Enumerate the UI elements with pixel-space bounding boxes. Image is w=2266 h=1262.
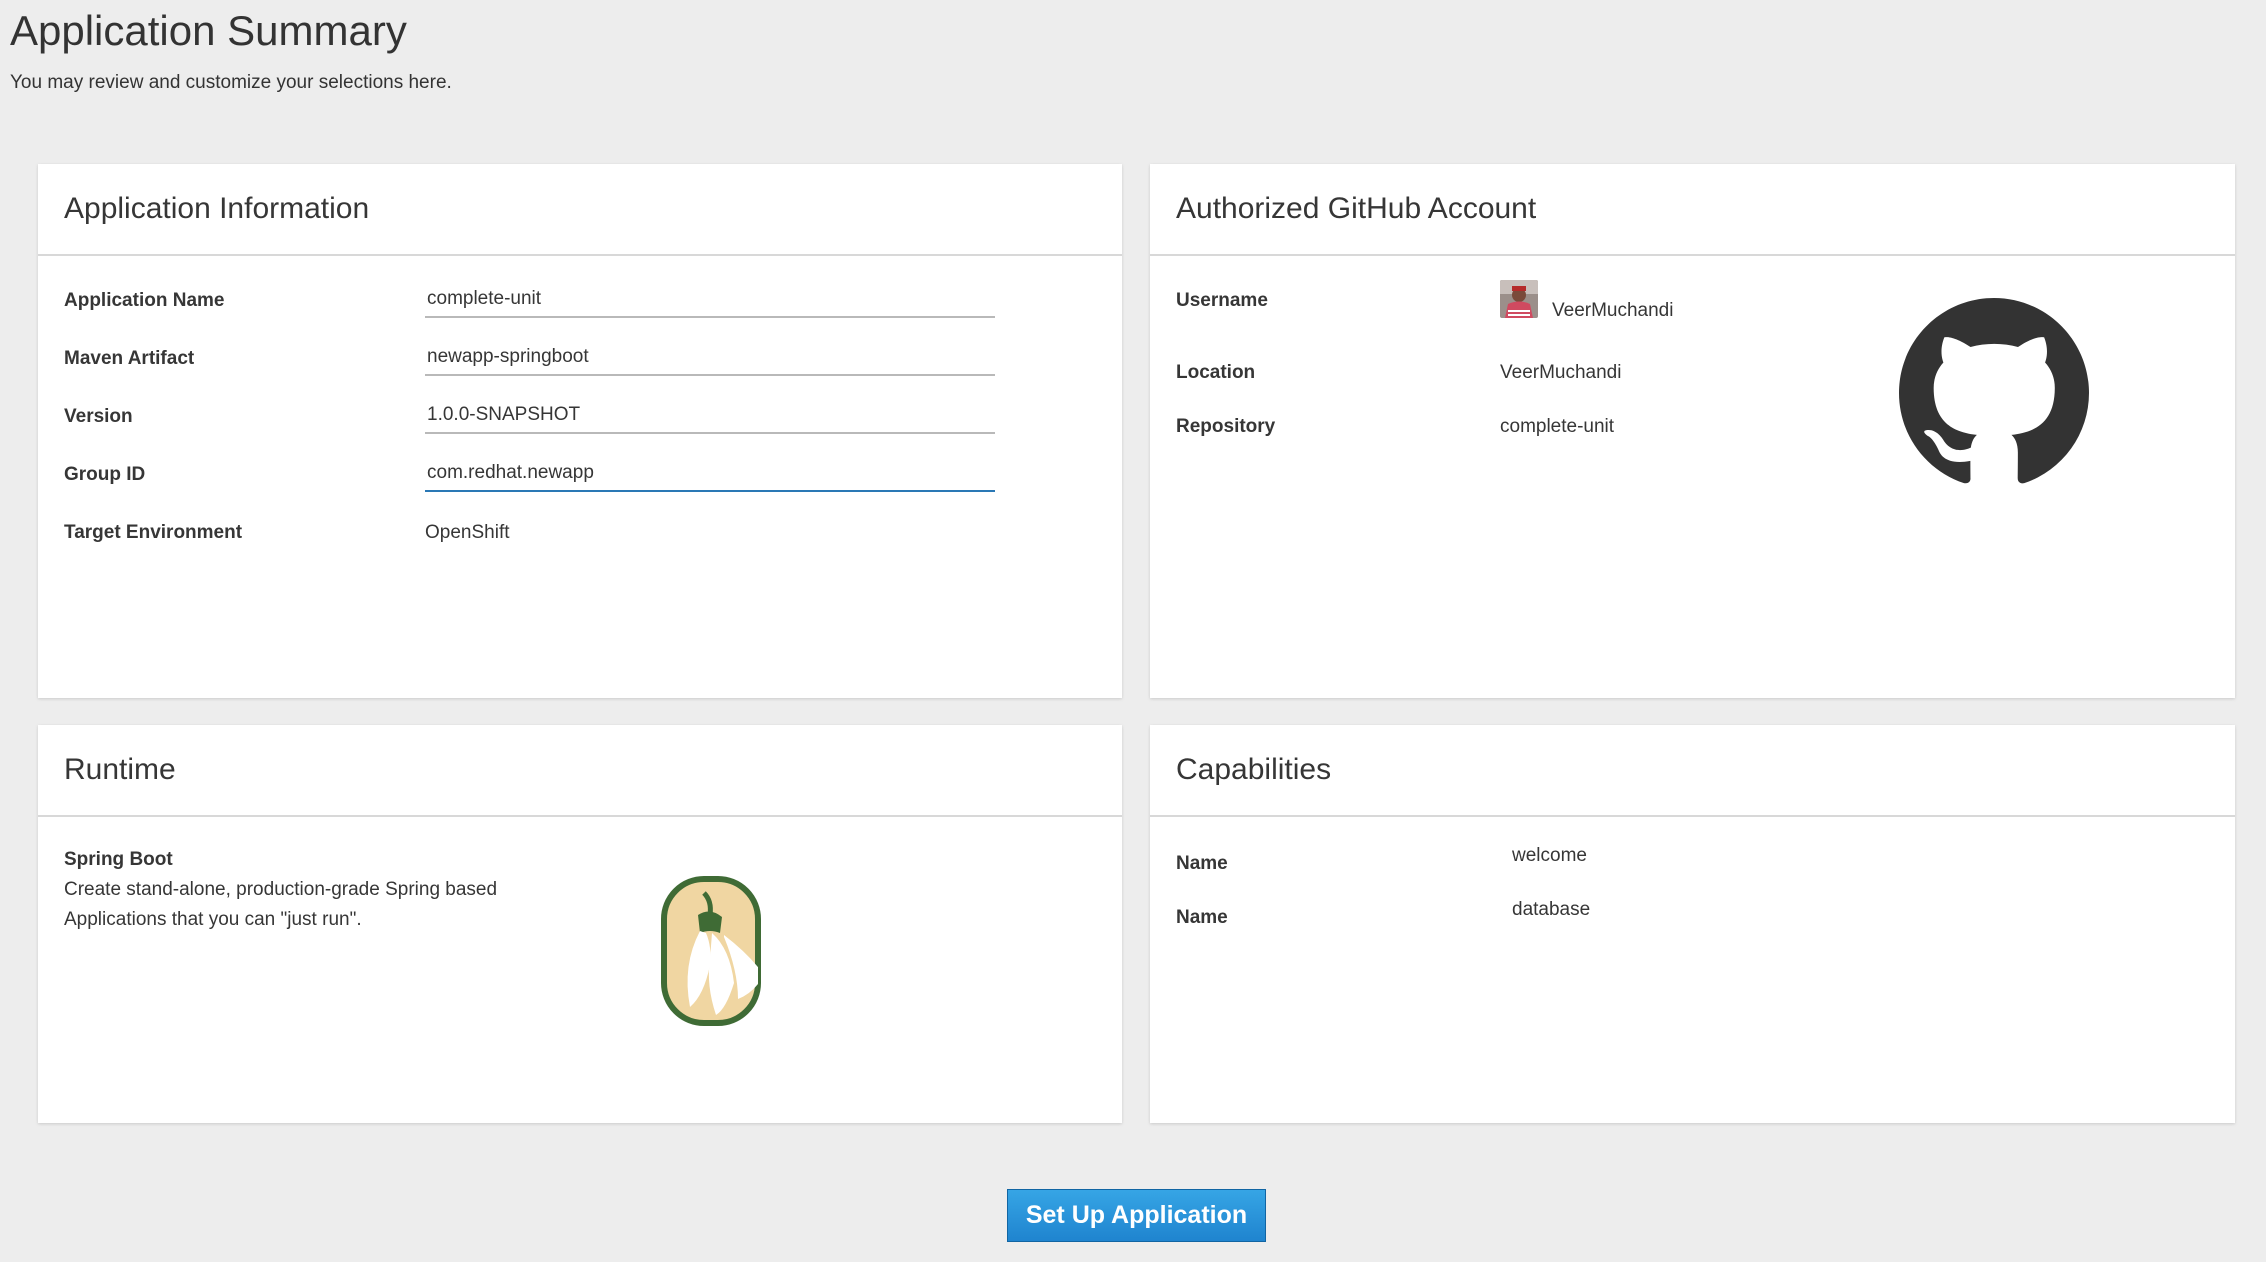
maven-artifact-input[interactable] (425, 340, 995, 376)
maven-artifact-label: Maven Artifact (64, 348, 195, 369)
github-octocat-icon (1896, 298, 2092, 488)
version-input[interactable] (425, 398, 995, 434)
runtime-card: Runtime Spring Boot Create stand-alone, … (38, 725, 1122, 1123)
set-up-application-button[interactable]: Set Up Application (1007, 1189, 1266, 1242)
group-id-label: Group ID (64, 464, 146, 485)
spring-boot-snowdrop-icon (660, 875, 762, 1027)
page: Application Summary You may review and c… (0, 0, 2266, 1262)
card-header: Capabilities (1150, 725, 2235, 817)
capability-value: welcome (1512, 845, 1587, 866)
runtime-description-line-1: Create stand-alone, production-grade Spr… (64, 879, 498, 900)
capability-name-label: Name (1176, 853, 1228, 874)
capabilities-card: Capabilities Name welcome Name database (1150, 725, 2235, 1123)
capability-name-label: Name (1176, 907, 1228, 928)
page-title: Application Summary (10, 7, 407, 54)
application-name-input[interactable] (425, 282, 995, 318)
username-value: VeerMuchandi (1552, 300, 1674, 321)
target-environment-label: Target Environment (64, 522, 243, 543)
card-header: Authorized GitHub Account (1150, 164, 2235, 256)
group-id-input[interactable] (425, 456, 995, 492)
target-environment-value: OpenShift (425, 522, 510, 543)
card-header: Runtime (38, 725, 1122, 817)
location-value: VeerMuchandi (1500, 362, 1622, 383)
application-information-card: Application Information Application Name… (38, 164, 1122, 698)
version-label: Version (64, 406, 133, 427)
repository-value: complete-unit (1500, 416, 1615, 437)
card-header: Application Information (38, 164, 1122, 256)
runtime-name: Spring Boot (64, 849, 173, 870)
application-name-label: Application Name (64, 290, 225, 311)
page-subtitle: You may review and customize your select… (10, 72, 452, 93)
avatar (1500, 280, 1538, 318)
github-account-card: Authorized GitHub Account Username VeerM… (1150, 164, 2235, 698)
username-label: Username (1176, 290, 1268, 311)
location-label: Location (1176, 362, 1256, 383)
repository-label: Repository (1176, 416, 1276, 437)
runtime-description-line-2: Applications that you can "just run". (64, 909, 362, 930)
capability-value: database (1512, 899, 1591, 920)
